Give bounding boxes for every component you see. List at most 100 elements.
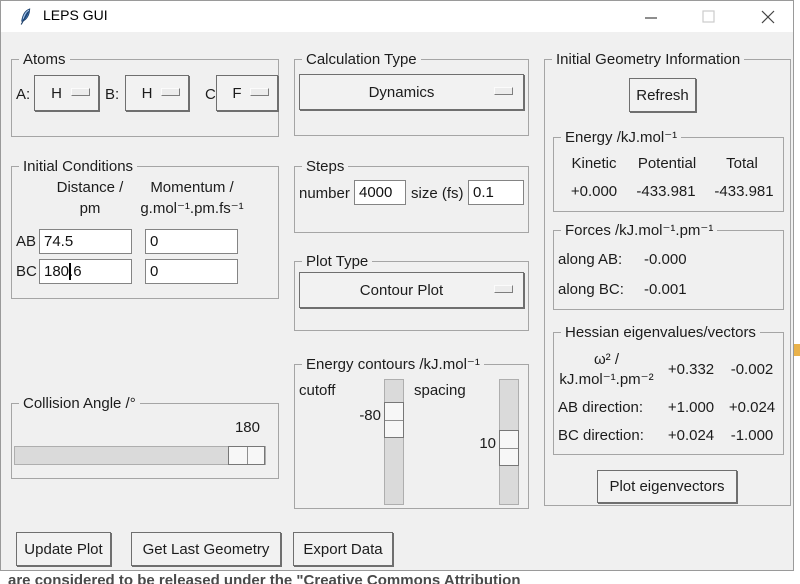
text-cursor <box>69 263 71 280</box>
calculation-type-menu[interactable]: Dynamics <box>299 74 524 110</box>
calculation-type-label: Calculation Type <box>302 50 421 69</box>
spacing-label: spacing <box>414 382 466 400</box>
plot-eigenvectors-button[interactable]: Plot eigenvectors <box>597 470 737 503</box>
leps-gui-window: LEPS GUI Atoms A: <box>0 0 794 571</box>
plot-type-label: Plot Type <box>302 252 372 271</box>
get-last-geometry-button[interactable]: Get Last Geometry <box>131 532 281 566</box>
energy-header-total: Total <box>712 155 772 173</box>
distance-header-line2: pm <box>32 200 148 218</box>
collision-angle-label: Collision Angle /° <box>19 394 140 413</box>
steps-size-input[interactable] <box>468 180 524 205</box>
plot-type-group: Plot Type Contour Plot <box>294 261 529 331</box>
background-accent-marker <box>794 344 800 356</box>
hessian-ab-value2: +0.024 <box>724 399 780 417</box>
calculation-type-group: Calculation Type Dynamics <box>294 59 529 136</box>
steps-group-label: Steps <box>302 157 348 176</box>
close-icon <box>761 10 775 24</box>
atom-c-menu[interactable]: F <box>216 75 278 111</box>
hessian-omega-line1: ω² / <box>554 351 659 369</box>
collision-angle-slider[interactable] <box>14 446 266 465</box>
collision-angle-value: 180 <box>222 419 260 437</box>
steps-group: Steps number size (fs) <box>294 166 529 233</box>
steps-number-label: number <box>299 185 350 203</box>
dropdown-indicator-icon <box>494 87 513 95</box>
bc-distance-input[interactable] <box>39 259 132 284</box>
screen: are considered to be released under the … <box>0 0 800 584</box>
force-bc-value: -0.001 <box>644 281 687 299</box>
hessian-ab-label: AB direction: <box>558 399 643 417</box>
cutoff-slider[interactable] <box>384 379 404 505</box>
background-right-strip <box>794 0 800 584</box>
update-plot-button[interactable]: Update Plot <box>16 532 111 566</box>
energy-kinetic-value: +0.000 <box>562 183 626 201</box>
initial-conditions-label: Initial Conditions <box>19 157 137 176</box>
hessian-group: Hessian eigenvalues/vectors ω² / kJ.mol⁻… <box>553 332 784 455</box>
energy-group: Energy /kJ.mol⁻¹ Kinetic Potential Total… <box>553 137 784 212</box>
distance-header-line1: Distance / <box>32 179 148 197</box>
maximize-icon <box>702 10 715 23</box>
steps-size-label: size (fs) <box>411 185 464 203</box>
dropdown-indicator-icon <box>250 88 269 96</box>
refresh-button-label: Refresh <box>636 87 689 104</box>
forces-group: Forces /kJ.mol⁻¹.pm⁻¹ along AB: -0.000 a… <box>553 230 784 310</box>
dropdown-indicator-icon <box>161 88 180 96</box>
hessian-ab-value1: +1.000 <box>660 399 722 417</box>
slider-handle[interactable] <box>499 430 519 466</box>
export-data-button[interactable]: Export Data <box>293 532 393 566</box>
minimize-icon <box>644 10 658 24</box>
atom-b-menu[interactable]: H <box>125 75 189 111</box>
atoms-group-label: Atoms <box>19 50 70 69</box>
ab-momentum-input[interactable] <box>145 229 238 254</box>
minimize-button[interactable] <box>628 1 674 32</box>
dropdown-indicator-icon <box>494 285 513 293</box>
spacing-value: 10 <box>468 435 496 453</box>
slider-handle[interactable] <box>228 446 265 465</box>
dropdown-indicator-icon <box>71 88 90 96</box>
slider-handle[interactable] <box>384 402 404 438</box>
momentum-header-line2: g.mol⁻¹.pm.fs⁻¹ <box>134 200 250 218</box>
energy-contours-group: Energy contours /kJ.mol⁻¹ cutoff -80 spa… <box>294 364 529 509</box>
spacing-slider[interactable] <box>499 379 519 505</box>
hessian-bc-label: BC direction: <box>558 427 644 445</box>
geometry-info-label: Initial Geometry Information <box>552 50 744 69</box>
geometry-info-group: Initial Geometry Information Refresh Ene… <box>544 59 791 506</box>
energy-group-label: Energy /kJ.mol⁻¹ <box>561 128 681 147</box>
calculation-type-value: Dynamics <box>300 84 503 101</box>
maximize-button[interactable] <box>685 1 731 32</box>
atoms-group: Atoms A: H B: H C: F <box>11 59 279 137</box>
plot-eigenvectors-label: Plot eigenvectors <box>609 478 724 495</box>
plot-type-value: Contour Plot <box>300 282 503 299</box>
cutoff-label: cutoff <box>299 382 335 400</box>
refresh-button[interactable]: Refresh <box>629 78 696 112</box>
hessian-omega-line2: kJ.mol⁻¹.pm⁻² <box>554 371 659 389</box>
get-last-geometry-label: Get Last Geometry <box>143 541 270 558</box>
ab-distance-input[interactable] <box>39 229 132 254</box>
row-ab-label: AB <box>16 233 36 251</box>
steps-number-input[interactable] <box>354 180 406 205</box>
force-ab-label: along AB: <box>558 251 622 269</box>
atom-a-menu[interactable]: H <box>34 75 99 111</box>
background-clipped-text: are considered to be released under the … <box>8 572 521 584</box>
titlebar[interactable]: LEPS GUI <box>1 1 793 32</box>
force-ab-value: -0.000 <box>644 251 687 269</box>
plot-type-menu[interactable]: Contour Plot <box>299 272 524 308</box>
hessian-omega-value2: -0.002 <box>724 361 780 379</box>
export-data-label: Export Data <box>303 541 382 558</box>
forces-group-label: Forces /kJ.mol⁻¹.pm⁻¹ <box>561 221 717 240</box>
atom-b-label: B: <box>105 86 119 104</box>
energy-contours-label: Energy contours /kJ.mol⁻¹ <box>302 355 484 374</box>
momentum-header-line1: Momentum / <box>134 179 250 197</box>
row-bc-label: BC <box>16 263 37 281</box>
force-bc-label: along BC: <box>558 281 624 299</box>
close-button[interactable] <box>745 1 791 32</box>
bc-momentum-input[interactable] <box>145 259 238 284</box>
hessian-omega-value1: +0.332 <box>660 361 722 379</box>
energy-potential-value: -433.981 <box>626 183 706 201</box>
hessian-bc-value2: -1.000 <box>724 427 780 445</box>
energy-total-value: -433.981 <box>706 183 782 201</box>
window-title: LEPS GUI <box>43 7 108 23</box>
collision-angle-group: Collision Angle /° 180 <box>11 403 279 479</box>
energy-header-kinetic: Kinetic <box>562 155 626 173</box>
energy-header-potential: Potential <box>630 155 704 173</box>
background-bottom-strip: are considered to be released under the … <box>0 571 800 584</box>
